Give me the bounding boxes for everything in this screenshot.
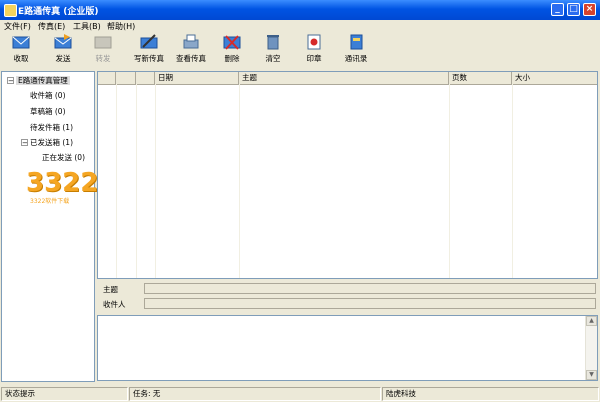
status-task: 任务: 无: [129, 387, 381, 401]
contacts-button[interactable]: 通讯录: [340, 34, 372, 68]
close-button[interactable]: ×: [583, 3, 596, 16]
fax-machine-icon: [183, 34, 199, 49]
view-fax-button[interactable]: 查看传真: [173, 34, 209, 68]
menu-tools[interactable]: 工具(B): [73, 21, 101, 32]
recipient-label: 收件人: [103, 300, 126, 309]
tree-item-outbox[interactable]: 待发件箱 (1): [30, 122, 73, 133]
col-pages[interactable]: 页数: [449, 72, 512, 84]
minimize-button[interactable]: _: [551, 3, 564, 16]
status-bar: 状态提示 任务: 无 陆虎科技: [0, 386, 600, 402]
body-scrollbar[interactable]: ▲ ▼: [585, 316, 597, 380]
menu-bar: 文件(F) 传真(E) 工具(B) 帮助(H): [0, 20, 600, 32]
col-icon-2[interactable]: [116, 72, 136, 84]
send-button[interactable]: 发送: [48, 34, 78, 68]
message-body[interactable]: ▲ ▼: [97, 315, 598, 381]
col-divider: [136, 84, 137, 278]
tree-item-sent[interactable]: 已发送箱 (1): [30, 137, 73, 148]
collapse-sent-icon[interactable]: −: [21, 139, 28, 147]
trash-icon: [267, 35, 279, 50]
maximize-button[interactable]: □: [567, 3, 580, 16]
forward-button[interactable]: 转发: [88, 34, 118, 68]
col-size[interactable]: 大小: [512, 72, 597, 84]
subject-field: [144, 283, 596, 294]
status-tip: 状态提示: [1, 387, 128, 401]
delete-envelope-icon: [223, 35, 241, 50]
compose-pen-icon: [140, 34, 158, 49]
col-divider: [239, 84, 240, 278]
col-icon-1[interactable]: [98, 72, 116, 84]
receive-button[interactable]: 收取: [6, 34, 36, 68]
collapse-root-icon[interactable]: −: [7, 77, 14, 85]
title-bar: E路通传真 (企业版) _ □ ×: [0, 0, 600, 20]
menu-help[interactable]: 帮助(H): [107, 21, 135, 32]
col-icon-3[interactable]: [136, 72, 155, 84]
folder-tree: − E路通传真管理 收件箱 (0) 草稿箱 (0) 待发件箱 (1) − 已发送…: [1, 71, 95, 382]
compose-button[interactable]: 写新传真: [131, 34, 167, 68]
col-subject[interactable]: 主题: [239, 72, 449, 84]
stamp-icon: [307, 34, 321, 50]
detail-panel: 主题 收件人: [97, 282, 598, 314]
recipient-field: [144, 298, 596, 309]
message-list[interactable]: 日期 主题 页数 大小: [97, 71, 598, 279]
menu-fax[interactable]: 传真(E): [38, 21, 65, 32]
toolbar: 收取 发送 转发 写新传真 查看传真 删除 清空 印章 通讯录: [0, 32, 600, 70]
scroll-up-icon[interactable]: ▲: [586, 316, 597, 326]
col-date[interactable]: 日期: [155, 72, 239, 84]
list-header: 日期 主题 页数 大小: [98, 72, 597, 85]
subject-label: 主题: [103, 285, 118, 294]
envelope-arrow-icon: [54, 34, 72, 49]
tree-item-sending[interactable]: 正在发送 (0): [42, 152, 85, 163]
address-book-icon: [350, 34, 363, 50]
envelope-icon: [12, 36, 30, 49]
col-divider: [512, 84, 513, 278]
col-divider: [449, 84, 450, 278]
col-divider: [116, 84, 117, 278]
status-company: 陆虎科技: [382, 387, 599, 401]
col-divider: [155, 84, 156, 278]
tree-item-drafts[interactable]: 草稿箱 (0): [30, 106, 66, 117]
scroll-down-icon[interactable]: ▼: [586, 370, 597, 380]
tree-root[interactable]: E路通传真管理: [16, 75, 70, 86]
app-icon: [4, 4, 17, 17]
forward-icon: [94, 36, 112, 49]
tree-item-inbox[interactable]: 收件箱 (0): [30, 90, 66, 101]
delete-button[interactable]: 删除: [218, 34, 246, 68]
window-title: E路通传真 (企业版): [18, 7, 99, 17]
menu-file[interactable]: 文件(F): [4, 21, 31, 32]
clear-button[interactable]: 清空: [259, 34, 287, 68]
stamp-button[interactable]: 印章: [300, 34, 328, 68]
